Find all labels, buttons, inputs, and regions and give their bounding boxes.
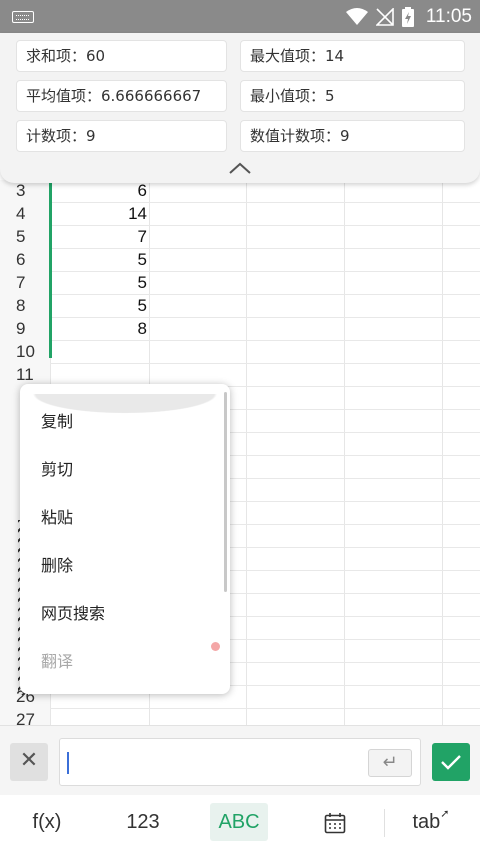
cancel-button[interactable]: ✕	[10, 743, 48, 781]
row-number[interactable]: 27	[0, 709, 50, 725]
tab-button[interactable]: tab➚	[402, 803, 460, 841]
menu-item-translate[interactable]: 翻译	[41, 648, 73, 672]
clock: 11:05	[425, 6, 472, 27]
cell-value[interactable]: 8	[51, 318, 149, 341]
toolbar-divider	[384, 809, 385, 837]
table-row[interactable]: 57	[0, 226, 480, 249]
tab-arrow-icon: ➚	[440, 808, 450, 820]
cell-value[interactable]: 7	[51, 226, 149, 249]
formula-input[interactable]: ↵	[59, 738, 421, 786]
notification-dot	[211, 642, 220, 651]
numeric-count-stat: 数值计数项：9	[240, 120, 465, 152]
row-number[interactable]: 8	[0, 295, 50, 318]
cell-value[interactable]: 5	[51, 249, 149, 272]
cell-value[interactable]: 14	[51, 203, 149, 226]
table-row[interactable]: 65	[0, 249, 480, 272]
row-number[interactable]: 10	[0, 341, 50, 364]
menu-item-paste[interactable]: 粘贴	[41, 504, 73, 528]
count-stat: 计数项：9	[16, 120, 227, 152]
menu-item-delete[interactable]: 删除	[41, 552, 73, 576]
menu-item-web-search[interactable]: 网页搜索	[41, 600, 105, 624]
table-row[interactable]: 36	[0, 180, 480, 203]
cell-value[interactable]	[51, 709, 149, 725]
cell-value[interactable]	[51, 341, 149, 364]
numeric-keyboard-button[interactable]: 123	[114, 803, 172, 841]
summary-panel: 求和项：60 最大值项：14 平均值项：6.666666667 最小值项：5 计…	[0, 33, 480, 183]
check-icon	[441, 755, 461, 770]
date-button[interactable]	[306, 803, 364, 841]
min-stat: 最小值项：5	[240, 80, 465, 112]
context-menu: 复制 剪切 粘贴 删除 网页搜索 翻译	[20, 384, 230, 694]
menu-item-cut[interactable]: 剪切	[41, 456, 73, 480]
no-signal-icon	[375, 8, 394, 26]
table-row[interactable]: 98	[0, 318, 480, 341]
tab-label: tab	[412, 811, 441, 833]
sum-stat: 求和项：60	[16, 40, 227, 72]
cell-value[interactable]: 6	[51, 180, 149, 203]
wifi-icon	[345, 8, 368, 25]
battery-charging-icon	[401, 7, 414, 27]
keyboard-toolbar: f(x) 123 ABC tab➚	[0, 795, 480, 853]
calendar-icon	[324, 812, 346, 834]
row-number[interactable]: 6	[0, 249, 50, 272]
max-stat: 最大值项：14	[240, 40, 465, 72]
status-bar: 11:05	[0, 0, 480, 33]
table-row[interactable]: 4 14	[0, 203, 480, 226]
menu-scrollbar[interactable]	[224, 392, 227, 592]
text-caret	[67, 752, 69, 774]
table-row[interactable]: 10	[0, 341, 480, 364]
formula-bar: ✕ ↵	[0, 725, 480, 795]
row-number[interactable]: 3	[0, 180, 50, 203]
cell-value[interactable]: 5	[51, 295, 149, 318]
enter-button[interactable]: ↵	[368, 749, 412, 777]
confirm-button[interactable]	[432, 743, 470, 781]
row-number[interactable]: 7	[0, 272, 50, 295]
row-number[interactable]: 4	[0, 203, 50, 226]
chevron-up-icon[interactable]	[229, 161, 251, 175]
cell-value[interactable]: 5	[51, 272, 149, 295]
row-number[interactable]: 9	[0, 318, 50, 341]
keyboard-icon	[12, 11, 34, 23]
menu-item-copy[interactable]: 复制	[41, 408, 73, 432]
function-button[interactable]: f(x)	[18, 803, 76, 841]
table-row[interactable]: 27	[0, 709, 480, 725]
selection-border	[49, 180, 52, 358]
row-number[interactable]: 5	[0, 226, 50, 249]
table-row[interactable]: 75	[0, 272, 480, 295]
table-row[interactable]: 85	[0, 295, 480, 318]
average-stat: 平均值项：6.666666667	[16, 80, 227, 112]
text-keyboard-button[interactable]: ABC	[210, 803, 268, 841]
